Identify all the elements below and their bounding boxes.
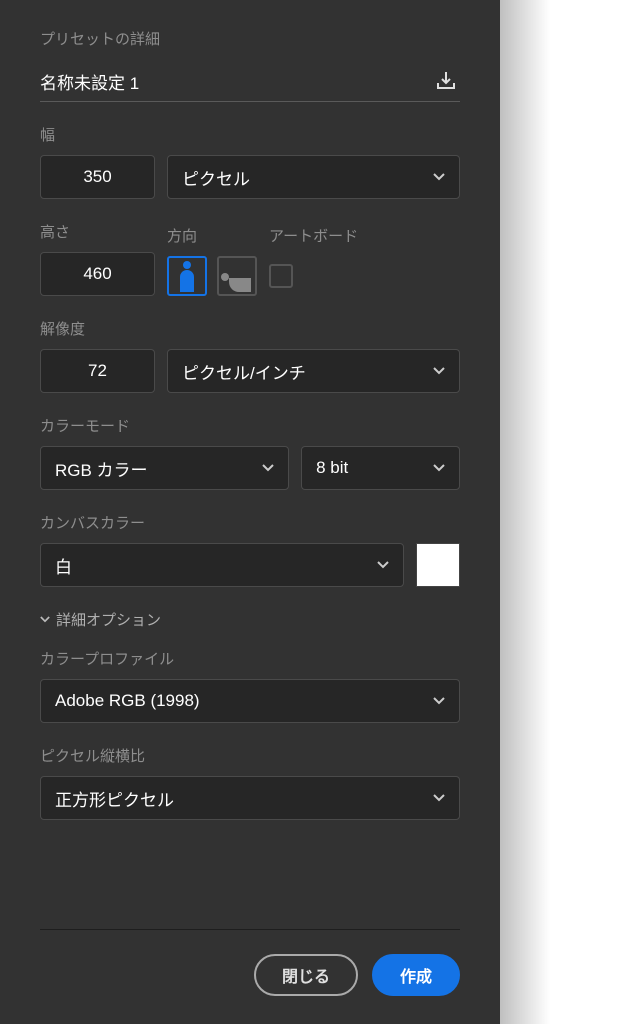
color-mode-label: カラーモード — [40, 415, 460, 436]
download-icon — [434, 69, 458, 93]
height-orientation-row: 高さ 方向 アートボード — [40, 221, 460, 296]
chevron-down-icon — [433, 173, 445, 181]
panel-shadow — [500, 0, 550, 1024]
chevron-down-icon — [262, 464, 274, 472]
canvas-color-value: 白 — [55, 553, 72, 578]
chevron-down-icon — [433, 697, 445, 705]
width-unit-select[interactable]: ピクセル — [167, 155, 460, 199]
color-profile-label: カラープロファイル — [40, 648, 460, 669]
new-document-panel: プリセットの詳細 幅 ピクセル 高さ 方向 — [0, 0, 500, 1024]
canvas-color-swatch[interactable] — [416, 543, 460, 587]
orientation-group: 方向 — [167, 225, 257, 296]
canvas-color-select[interactable]: 白 — [40, 543, 404, 587]
footer: 閉じる 作成 — [40, 929, 460, 1024]
height-label: 高さ — [40, 221, 155, 242]
bit-depth-select[interactable]: 8 bit — [301, 446, 460, 490]
pixel-aspect-select[interactable]: 正方形ピクセル — [40, 776, 460, 820]
color-mode-select[interactable]: RGB カラー — [40, 446, 289, 490]
canvas-color-group: カンバスカラー 白 — [40, 512, 460, 587]
resolution-input[interactable] — [40, 349, 155, 393]
resolution-unit-select[interactable]: ピクセル/インチ — [167, 349, 460, 393]
color-profile-value: Adobe RGB (1998) — [55, 691, 200, 711]
chevron-down-icon — [433, 464, 445, 472]
color-mode-group: カラーモード RGB カラー 8 bit — [40, 415, 460, 490]
close-button[interactable]: 閉じる — [254, 954, 358, 996]
orientation-landscape-button[interactable] — [217, 256, 257, 296]
chevron-down-icon — [40, 616, 50, 623]
landscape-icon — [229, 278, 251, 292]
canvas-color-label: カンバスカラー — [40, 512, 460, 533]
width-input[interactable] — [40, 155, 155, 199]
width-unit-value: ピクセル — [182, 165, 250, 190]
create-button[interactable]: 作成 — [372, 954, 460, 996]
height-group: 高さ — [40, 221, 155, 296]
orientation-portrait-button[interactable] — [167, 256, 207, 296]
pixel-aspect-group: ピクセル縦横比 正方形ピクセル — [40, 745, 460, 820]
width-label: 幅 — [40, 124, 460, 145]
color-profile-select[interactable]: Adobe RGB (1998) — [40, 679, 460, 723]
chevron-down-icon — [433, 367, 445, 375]
advanced-options-label: 詳細オプション — [56, 609, 161, 630]
orientation-label: 方向 — [167, 225, 257, 246]
artboard-label: アートボード — [269, 225, 358, 246]
save-preset-button[interactable] — [432, 67, 460, 95]
resolution-group: 解像度 ピクセル/インチ — [40, 318, 460, 393]
portrait-icon — [180, 270, 194, 292]
height-input[interactable] — [40, 252, 155, 296]
resolution-unit-value: ピクセル/インチ — [182, 359, 306, 384]
advanced-options-toggle[interactable]: 詳細オプション — [40, 609, 460, 630]
pixel-aspect-value: 正方形ピクセル — [55, 786, 174, 811]
document-name-row — [40, 67, 460, 102]
resolution-label: 解像度 — [40, 318, 460, 339]
color-mode-value: RGB カラー — [55, 456, 148, 481]
bit-depth-value: 8 bit — [316, 458, 348, 478]
document-name-input[interactable] — [40, 71, 432, 91]
artboard-checkbox[interactable] — [269, 264, 293, 288]
color-profile-group: カラープロファイル Adobe RGB (1998) — [40, 648, 460, 723]
chevron-down-icon — [433, 794, 445, 802]
panel-title: プリセットの詳細 — [40, 28, 460, 49]
pixel-aspect-label: ピクセル縦横比 — [40, 745, 460, 766]
width-group: 幅 ピクセル — [40, 124, 460, 199]
artboard-group: アートボード — [269, 225, 358, 296]
chevron-down-icon — [377, 561, 389, 569]
